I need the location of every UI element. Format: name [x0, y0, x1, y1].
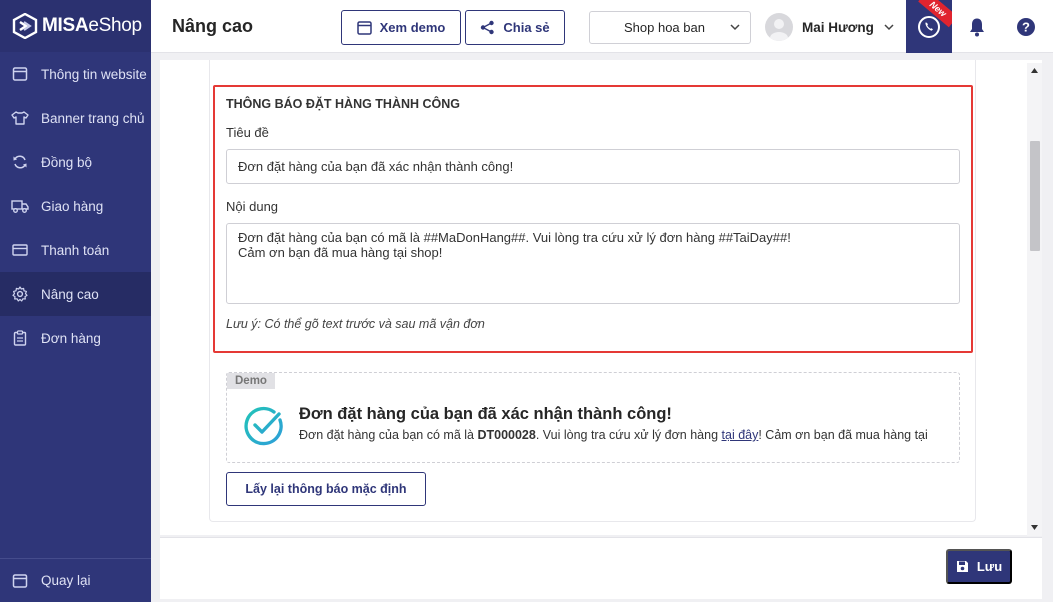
app-logo[interactable]: MISAeShop [0, 0, 151, 52]
scrollbar[interactable] [1027, 63, 1042, 536]
title-input[interactable]: Đơn đặt hàng của bạn đã xác nhận thành c… [226, 149, 960, 184]
view-demo-label: Xem demo [379, 20, 446, 35]
demo-tag: Demo [227, 373, 275, 389]
share-button[interactable]: Chia sẻ [465, 10, 565, 45]
footer-bar: Lưu [160, 537, 1042, 599]
user-menu[interactable]: Mai Hương [765, 12, 894, 42]
top-header: Nâng cao Xem demo Chia sẻ Shop hoa ban M… [151, 0, 1053, 53]
misa-logo-icon [12, 13, 38, 39]
sidebar-item-orders[interactable]: Đơn hàng [0, 316, 151, 360]
content-field-label: Nội dung [226, 199, 279, 214]
sidebar-item-home-banner[interactable]: Banner trang chủ [0, 96, 151, 140]
sync-icon [11, 153, 29, 171]
content-line: Cảm ơn bạn đã mua hàng tại shop! [238, 245, 443, 260]
sidebar-item-label: Đồng bộ [41, 154, 93, 170]
sidebar-item-label: Đơn hàng [41, 330, 101, 346]
help-button[interactable]: ? [1012, 13, 1040, 41]
sidebar-item-advanced[interactable]: Nâng cao [0, 272, 151, 316]
gear-icon [11, 285, 29, 303]
scrollbar-thumb[interactable] [1030, 141, 1040, 251]
browser-window-icon [11, 65, 29, 83]
share-label: Chia sẻ [503, 20, 550, 35]
sidebar-item-label: Giao hàng [41, 198, 104, 214]
svg-text:?: ? [1022, 20, 1030, 35]
content-textarea[interactable]: Đơn đặt hàng của bạn có mã là ##MaDonHan… [226, 223, 960, 304]
support-phone-button[interactable]: New [906, 0, 952, 53]
shop-select-value: Shop hoa ban [624, 20, 705, 35]
notification-button[interactable] [963, 13, 991, 41]
sidebar-item-payment[interactable]: Thanh toán [0, 228, 151, 272]
sidebar-nav: Thông tin website Banner trang chủ Đồng … [0, 52, 151, 360]
browser-window-icon [11, 572, 29, 590]
browser-window-icon [356, 20, 372, 35]
sidebar-item-sync[interactable]: Đồng bộ [0, 140, 151, 184]
clipboard-icon [11, 329, 29, 347]
view-demo-button[interactable]: Xem demo [341, 10, 461, 45]
scroll-up-icon[interactable] [1030, 67, 1039, 75]
shirt-icon [11, 109, 29, 127]
sidebar-item-website-info[interactable]: Thông tin website [0, 52, 151, 96]
title-field-label: Tiêu đề [226, 125, 269, 140]
chevron-down-icon [884, 23, 894, 30]
field-note: Lưu ý: Có thể gõ text trước và sau mã vậ… [226, 317, 485, 331]
chevron-down-icon [730, 24, 740, 31]
user-name: Mai Hương [802, 19, 874, 35]
reset-default-button[interactable]: Lấy lại thông báo mặc định [226, 472, 426, 506]
sidebar-item-label: Thông tin website [41, 66, 147, 82]
main-content: THÔNG BÁO ĐẶT HÀNG THÀNH CÔNG Tiêu đề Đơ… [160, 60, 1042, 535]
avatar [765, 13, 793, 41]
demo-link[interactable]: tại đây [722, 428, 759, 442]
save-button[interactable]: Lưu [946, 549, 1012, 584]
bell-icon [970, 18, 984, 37]
title-input-value: Đơn đặt hàng của bạn đã xác nhận thành c… [238, 159, 514, 174]
demo-preview: Demo Đơn đặt hàng của bạn đã xác nhận th… [226, 372, 960, 463]
sidebar-item-label: Thanh toán [41, 242, 110, 258]
help-icon: ? [1017, 18, 1035, 36]
share-icon [481, 20, 495, 35]
card-icon [11, 241, 29, 259]
save-label: Lưu [976, 559, 1003, 574]
sidebar-item-label: Nâng cao [41, 286, 99, 302]
sidebar-item-label: Banner trang chủ [41, 110, 145, 126]
check-circle-icon [244, 406, 283, 446]
page-title: Nâng cao [172, 16, 254, 36]
floppy-disk-icon [956, 561, 968, 572]
shop-select[interactable]: Shop hoa ban [589, 11, 751, 44]
back-button[interactable]: Quay lại [0, 558, 151, 602]
section-title: THÔNG BÁO ĐẶT HÀNG THÀNH CÔNG [226, 97, 461, 111]
sidebar-item-shipping[interactable]: Giao hàng [0, 184, 151, 228]
demo-title: Đơn đặt hàng của bạn đã xác nhận thành c… [299, 405, 672, 423]
demo-body: Đơn đặt hàng của bạn có mã là DT000028. … [299, 428, 928, 442]
order-code: DT000028 [477, 428, 536, 442]
scroll-down-icon[interactable] [1030, 523, 1039, 531]
sidebar: MISAeShop Thông tin website Banner trang… [0, 0, 151, 602]
app-logo-text: MISAeShop [42, 15, 142, 36]
back-label: Quay lại [41, 573, 91, 588]
content-line: Đơn đặt hàng của bạn có mã là ##MaDonHan… [238, 230, 791, 245]
truck-icon [11, 197, 29, 215]
highlight-frame [213, 85, 973, 353]
